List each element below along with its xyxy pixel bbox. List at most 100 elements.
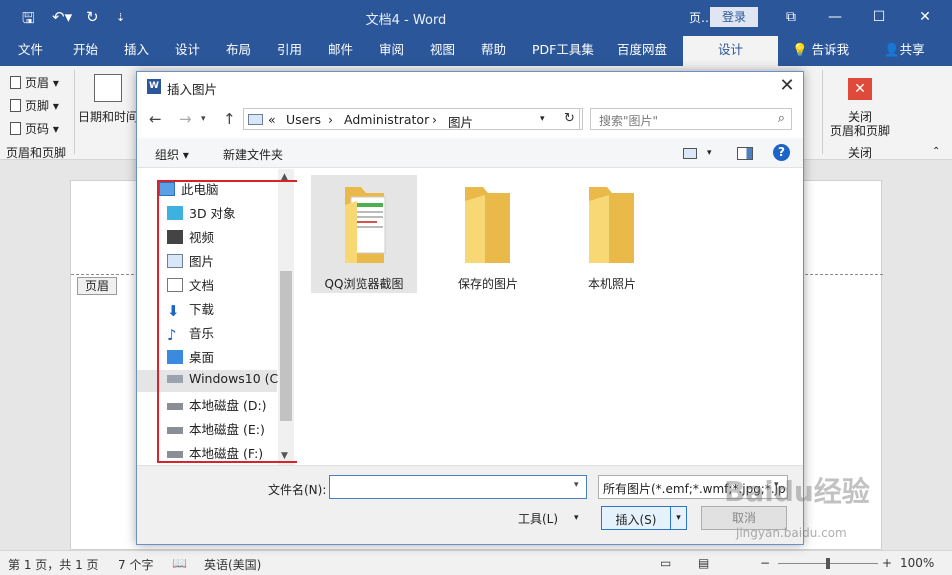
folder-camera-roll[interactable]: 本机照片 <box>559 175 665 293</box>
tab-baidu-netdisk[interactable]: 百度网盘 <box>617 36 667 66</box>
change-view-icon[interactable] <box>683 148 697 159</box>
view-dropdown-icon[interactable]: ▾ <box>707 148 712 158</box>
recent-locations-icon[interactable]: ▾ <box>201 114 206 124</box>
word-count[interactable]: 7 个字 <box>118 556 153 573</box>
zoom-out-icon[interactable]: − <box>760 556 770 570</box>
breadcrumb-prefix[interactable]: « <box>268 112 276 127</box>
close-header-footer-label-2[interactable]: 页眉和页脚 <box>830 122 890 139</box>
title-bar: 🖫 ↶▾ ↻ ⇣ 文档4 - Word 页… 登录 ⧉ — ☐ ✕ <box>0 0 952 36</box>
dialog-title: 插入图片 <box>167 82 218 97</box>
tab-design[interactable]: 设计 <box>175 36 200 66</box>
navigation-row: ← → ▾ ↑ « Users › Administrator › 图片 ▾ ↻… <box>137 102 803 136</box>
breadcrumb-separator-icon: › <box>328 112 333 127</box>
folder-saved-pictures[interactable]: 保存的图片 <box>435 175 541 293</box>
folder-label: 保存的图片 <box>457 277 518 291</box>
person-icon: 👤 <box>884 42 900 57</box>
language[interactable]: 英语(美国) <box>204 556 261 573</box>
forward-icon[interactable]: → <box>179 110 192 128</box>
file-list: QQ浏览器截图 保存的图片 本机照片 <box>297 169 803 465</box>
search-placeholder: 搜索"图片" <box>599 114 659 128</box>
tab-references[interactable]: 引用 <box>277 36 302 66</box>
refresh-icon[interactable]: ↻ <box>560 108 580 130</box>
tools-button[interactable]: 工具(L) <box>518 510 558 527</box>
ribbon-display-options-icon[interactable]: ⧉ <box>776 6 806 28</box>
filename-label: 文件名(N): <box>268 483 327 497</box>
group-divider <box>822 70 823 154</box>
tab-file[interactable]: 文件 <box>18 36 43 66</box>
tab-mailings[interactable]: 邮件 <box>328 36 353 66</box>
close-header-footer-icon[interactable]: ✕ <box>848 78 872 100</box>
header-icon <box>10 76 21 89</box>
header-dropdown[interactable]: 页眉 ▾ <box>10 74 59 91</box>
breadcrumb-pictures[interactable]: 图片 <box>448 112 473 131</box>
zoom-slider-thumb[interactable] <box>826 558 830 569</box>
group-divider <box>74 70 75 154</box>
read-mode-icon[interactable]: ▭ <box>660 556 671 570</box>
tab-help[interactable]: 帮助 <box>481 36 506 66</box>
tools-dropdown-icon[interactable]: ▾ <box>574 513 579 523</box>
date-time-button[interactable]: 日期和时间 <box>78 108 138 125</box>
tab-insert[interactable]: 插入 <box>124 36 149 66</box>
folder-with-preview-icon <box>345 187 386 263</box>
watermark-url: jingyan.baidu.com <box>736 526 847 540</box>
folder-icon <box>465 187 510 263</box>
calendar-clock-icon <box>94 74 122 102</box>
proofing-icon[interactable]: 📖 <box>172 556 187 570</box>
dialog-footer: 文件名(N): ▾ 所有图片(*.emf;*.wmf;*.jpg;*.jp ▾ … <box>137 465 803 544</box>
dialog-title-bar: W 插入图片 ✕ <box>137 72 803 102</box>
pictures-folder-icon <box>248 114 263 125</box>
share-button[interactable]: 👤共享 <box>884 36 925 66</box>
tell-me-box[interactable]: 💡 告诉我 <box>792 36 849 66</box>
maximize-button[interactable]: ☐ <box>864 6 894 28</box>
header-tag: 页眉 <box>77 277 117 295</box>
tab-header-footer-design[interactable]: 设计 <box>683 36 778 66</box>
footer-dropdown[interactable]: 页脚 ▾ <box>10 97 59 114</box>
help-icon[interactable]: ? <box>773 144 790 161</box>
folder-qq-screenshots[interactable]: QQ浏览器截图 <box>311 175 417 293</box>
dialog-close-icon[interactable]: ✕ <box>777 75 797 96</box>
new-folder-button[interactable]: 新建文件夹 <box>223 146 283 163</box>
back-icon[interactable]: ← <box>149 110 162 128</box>
preview-pane-icon[interactable] <box>737 147 753 160</box>
address-dropdown-icon[interactable]: ▾ <box>540 114 545 124</box>
insert-button[interactable]: 插入(S) ▾ <box>601 506 687 530</box>
close-window-button[interactable]: ✕ <box>910 6 940 28</box>
page-number-dropdown[interactable]: 页码 ▾ <box>10 120 59 137</box>
tab-pdf-tools[interactable]: PDF工具集 <box>532 36 594 66</box>
tab-review[interactable]: 审阅 <box>379 36 404 66</box>
command-bar: 组织 ▾ 新建文件夹 ▾ ? <box>137 138 803 168</box>
folder-label: QQ浏览器截图 <box>324 277 404 291</box>
tab-view[interactable]: 视图 <box>430 36 455 66</box>
ribbon-tabs: 文件 开始 插入 设计 布局 引用 邮件 审阅 视图 帮助 PDF工具集 百度网… <box>0 36 952 66</box>
search-input[interactable]: 搜索"图片" ⌕ <box>590 108 792 130</box>
breadcrumb-separator-icon: › <box>432 112 437 127</box>
folder-icon <box>589 187 634 263</box>
baidu-watermark: Baidu经验 jingyan.baidu.com <box>724 470 952 550</box>
search-icon[interactable]: ⌕ <box>778 111 785 126</box>
print-layout-icon[interactable]: ▤ <box>698 556 709 570</box>
insert-options-dropdown-icon[interactable]: ▾ <box>670 507 686 529</box>
filename-input[interactable] <box>329 475 587 499</box>
address-bar[interactable]: « Users › Administrator › 图片 ▾ <box>243 108 583 130</box>
word-icon: W <box>147 79 161 94</box>
minimize-button[interactable]: — <box>820 6 850 28</box>
zoom-in-icon[interactable]: + <box>882 556 892 570</box>
zoom-level[interactable]: 100% <box>900 556 934 570</box>
watermark-text: Baidu经验 <box>724 475 870 508</box>
tab-layout[interactable]: 布局 <box>226 36 251 66</box>
highlight-annotation-box <box>157 180 303 463</box>
footer-icon <box>10 99 21 112</box>
up-icon[interactable]: ↑ <box>223 110 236 128</box>
breadcrumb-administrator[interactable]: Administrator <box>344 112 429 127</box>
filename-dropdown-icon[interactable]: ▾ <box>574 480 579 490</box>
collapse-ribbon-icon[interactable]: ⌃ <box>932 146 940 157</box>
breadcrumb-users[interactable]: Users <box>286 112 321 127</box>
organize-button[interactable]: 组织 ▾ <box>155 146 189 163</box>
page-count[interactable]: 第 1 页，共 1 页 <box>8 556 99 573</box>
group-label-header-footer: 页眉和页脚 <box>6 146 67 160</box>
status-bar: 第 1 页，共 1 页 7 个字 📖 英语(美国) ▭ ▤ − + 100% <box>0 550 952 575</box>
folder-label: 本机照片 <box>587 277 636 291</box>
login-button[interactable]: 登录 <box>710 7 758 27</box>
tab-home[interactable]: 开始 <box>73 36 98 66</box>
lightbulb-icon: 💡 <box>792 42 808 57</box>
